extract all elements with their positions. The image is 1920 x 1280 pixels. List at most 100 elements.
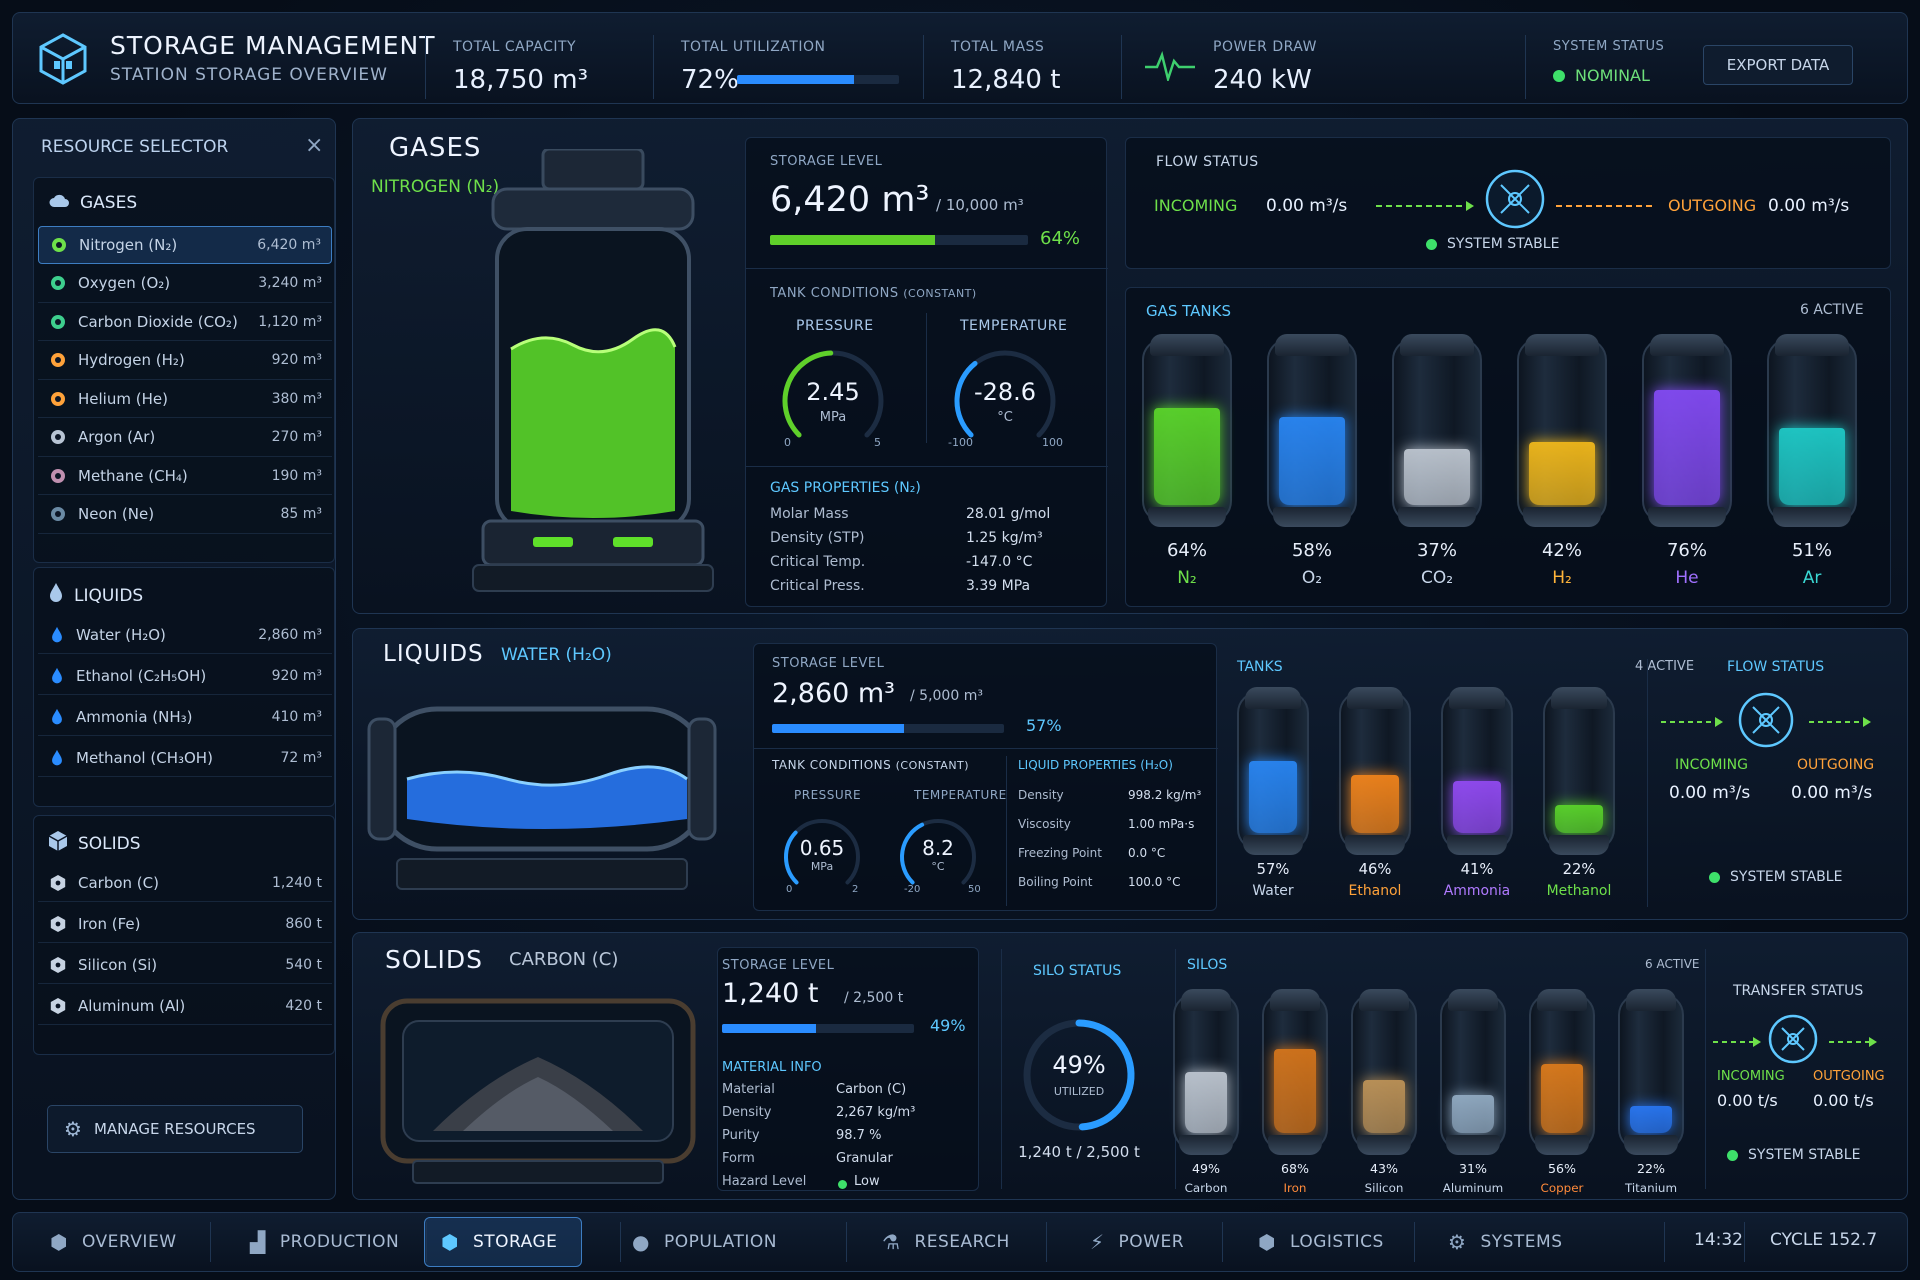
tank-base bbox=[1268, 1135, 1322, 1155]
storage-tank[interactable] bbox=[1517, 334, 1607, 527]
silos-label: SILOS bbox=[1187, 957, 1228, 973]
solid-storage-bar bbox=[722, 1024, 914, 1033]
storage-tank[interactable] bbox=[1642, 334, 1732, 527]
nav-icon: ⬢ bbox=[441, 1230, 459, 1254]
storage-tank[interactable] bbox=[1173, 989, 1239, 1155]
sidebar-item-value: 860 t bbox=[285, 915, 322, 932]
gas-tanks-card: GAS TANKS 6 ACTIVE 64% N₂ 58% O₂ 37% CO₂ 42% H₂… bbox=[1125, 287, 1891, 607]
sidebar-item[interactable]: Ethanol (C₂H₅OH) 920 m³ bbox=[38, 657, 332, 695]
sidebar-item[interactable]: Silicon (Si) 540 t bbox=[38, 946, 332, 984]
sidebar-item-label: Neon (Ne) bbox=[78, 505, 155, 523]
total-utilization: TOTAL UTILIZATION 72% bbox=[681, 39, 826, 95]
tank-name: H₂ bbox=[1552, 568, 1572, 588]
tank-name: Copper bbox=[1540, 1181, 1584, 1195]
tank-fill-level bbox=[1351, 775, 1399, 833]
property-label: Density bbox=[1018, 788, 1064, 802]
tank-fill-level bbox=[1654, 390, 1720, 505]
storage-tank[interactable] bbox=[1440, 989, 1506, 1155]
gas-flow-status: FLOW STATUS INCOMING 0.00 m³/s OUTGOING … bbox=[1125, 137, 1891, 269]
sidebar-item[interactable]: Ammonia (NH₃) 410 m³ bbox=[38, 698, 332, 736]
silo-status-label: SILO STATUS bbox=[1033, 963, 1122, 979]
tank-fill-level bbox=[1185, 1072, 1227, 1133]
sidebar-item[interactable]: Methane (CH₄) 190 m³ bbox=[38, 457, 332, 495]
sidebar-item[interactable]: Methanol (CH₃OH) 72 m³ bbox=[38, 739, 332, 777]
storage-tank[interactable] bbox=[1339, 687, 1411, 855]
sidebar-item[interactable]: Argon (Ar) 270 m³ bbox=[38, 419, 332, 457]
sidebar-item-value: 1,240 t bbox=[271, 874, 322, 891]
liquid-storage-value: 2,860 m³ bbox=[772, 678, 896, 709]
property-label: Critical Press. bbox=[770, 578, 865, 594]
nav-tab-overview[interactable]: ⬢ OVERVIEW bbox=[50, 1217, 177, 1267]
sidebar-item[interactable]: Aluminum (Al) 420 t bbox=[38, 987, 332, 1025]
tank-cap bbox=[1551, 687, 1607, 709]
storage-tank[interactable] bbox=[1142, 334, 1232, 527]
storage-tank[interactable] bbox=[1392, 334, 1482, 527]
property-value: 0.0 °C bbox=[1128, 846, 1166, 860]
gas-dot-icon bbox=[50, 429, 66, 445]
carbon-silo-illustration bbox=[373, 981, 703, 1191]
storage-tank[interactable] bbox=[1351, 989, 1417, 1155]
storage-tank[interactable] bbox=[1262, 989, 1328, 1155]
nav-icon: ⚗ bbox=[882, 1230, 901, 1254]
nav-divider bbox=[846, 1222, 847, 1262]
nav-icon: ⚡ bbox=[1090, 1230, 1105, 1254]
clock: 14:32 bbox=[1694, 1230, 1743, 1250]
sidebar-item[interactable]: Carbon Dioxide (CO₂) 1,120 m³ bbox=[38, 303, 332, 341]
tank-cap bbox=[1525, 334, 1599, 356]
sidebar-item[interactable]: Hydrogen (H₂) 920 m³ bbox=[38, 342, 332, 380]
tank-percent: 43% bbox=[1370, 1161, 1398, 1176]
tank-cap bbox=[1449, 687, 1505, 709]
nav-divider bbox=[210, 1222, 211, 1262]
sidebar-item[interactable]: Water (H₂O) 2,860 m³ bbox=[38, 616, 332, 654]
sidebar-item-label: Argon (Ar) bbox=[78, 428, 156, 446]
sidebar-item[interactable]: Nitrogen (N₂) 6,420 m³ bbox=[38, 226, 332, 264]
nav-tab-systems[interactable]: ⚙ SYSTEMS bbox=[1448, 1217, 1563, 1267]
nav-tab-logistics[interactable]: ⬢ LOGISTICS bbox=[1258, 1217, 1384, 1267]
tank-base bbox=[1398, 507, 1476, 527]
export-data-button[interactable]: EXPORT DATA bbox=[1703, 45, 1853, 85]
storage-tank[interactable] bbox=[1529, 989, 1595, 1155]
storage-tank[interactable] bbox=[1237, 687, 1309, 855]
nav-tab-production[interactable]: ▟ PRODUCTION bbox=[250, 1217, 399, 1267]
storage-tank[interactable] bbox=[1767, 334, 1857, 527]
sidebar-item-label: Oxygen (O₂) bbox=[78, 274, 171, 292]
tank-percent: 42% bbox=[1541, 540, 1582, 561]
sidebar-item[interactable]: Helium (He) 380 m³ bbox=[38, 380, 332, 418]
storage-tank[interactable] bbox=[1441, 687, 1513, 855]
hex-icon bbox=[50, 915, 66, 933]
property-value: Low bbox=[854, 1174, 880, 1189]
property-value: 998.2 kg/m³ bbox=[1128, 788, 1202, 802]
divider bbox=[1525, 35, 1526, 99]
sidebar-item[interactable]: Iron (Fe) 860 t bbox=[38, 905, 332, 943]
tank-cap bbox=[1181, 989, 1231, 1011]
manage-resources-button[interactable]: ⚙ MANAGE RESOURCES bbox=[47, 1105, 303, 1153]
system-status: SYSTEM STATUS NOMINAL bbox=[1553, 39, 1665, 85]
sidebar-item[interactable]: Carbon (C) 1,240 t bbox=[38, 864, 332, 902]
property-value: 100.0 °C bbox=[1128, 875, 1181, 889]
silo-utilization-value: 49% bbox=[1052, 1051, 1106, 1079]
sidebar-item[interactable]: Oxygen (O₂) 3,240 m³ bbox=[38, 265, 332, 303]
tank-fill-level bbox=[1541, 1063, 1583, 1133]
tank-base bbox=[1648, 507, 1726, 527]
tank-fill-level bbox=[1274, 1048, 1316, 1133]
tank-percent: 51% bbox=[1791, 540, 1832, 561]
nav-tab-storage[interactable]: ⬢ STORAGE bbox=[424, 1217, 583, 1267]
sidebar-item-value: 920 m³ bbox=[271, 352, 322, 368]
nav-tab-research[interactable]: ⚗ RESEARCH bbox=[882, 1217, 1010, 1267]
nav-label: POPULATION bbox=[663, 1232, 777, 1252]
nav-tab-power[interactable]: ⚡ POWER bbox=[1090, 1217, 1184, 1267]
nav-tab-population[interactable]: ● POPULATION bbox=[632, 1217, 777, 1267]
storage-tank[interactable] bbox=[1618, 989, 1684, 1155]
sidebar-item[interactable]: Neon (Ne) 85 m³ bbox=[38, 496, 332, 534]
storage-tank[interactable] bbox=[1543, 687, 1615, 855]
divider bbox=[653, 35, 654, 99]
storage-tank[interactable] bbox=[1267, 334, 1357, 527]
nav-label: OVERVIEW bbox=[81, 1232, 177, 1252]
tank-name: Ethanol bbox=[1348, 883, 1402, 899]
close-icon[interactable]: × bbox=[305, 133, 323, 158]
sidebar-item-value: 380 m³ bbox=[271, 390, 322, 407]
hex-icon bbox=[50, 997, 66, 1015]
liquids-title: LIQUIDS bbox=[383, 641, 484, 667]
liquid-outgoing-arrow-icon bbox=[1809, 713, 1871, 732]
tank-fill-level bbox=[1555, 805, 1603, 833]
